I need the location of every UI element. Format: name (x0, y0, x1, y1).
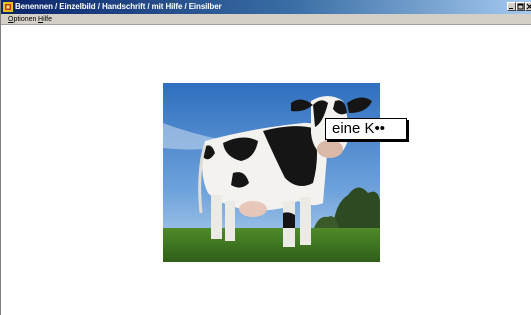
menu-hilfe-label: ilfe (43, 16, 53, 23)
minimize-button[interactable] (507, 2, 516, 11)
minimize-icon (509, 8, 513, 9)
cow-image (163, 83, 380, 262)
menu-hilfe[interactable]: Hilfe (38, 14, 52, 25)
app-window: Benennen / Einzelbild / Handschrift / mi… (0, 0, 531, 315)
menu-optionen-label: ptionen (13, 16, 37, 23)
menu-optionen[interactable]: Optionen (8, 14, 36, 25)
answer-label-box: eine K•• (325, 118, 407, 140)
cow-photo (163, 83, 380, 262)
menu-bar: Optionen Hilfe (1, 14, 531, 25)
close-icon (526, 3, 531, 10)
maximize-icon (517, 3, 524, 10)
window-title: Benennen / Einzelbild / Handschrift / mi… (15, 2, 222, 11)
maximize-button[interactable] (516, 2, 525, 11)
title-bar[interactable]: Benennen / Einzelbild / Handschrift / mi… (1, 0, 531, 14)
close-button[interactable] (525, 2, 531, 11)
answer-label: eine K•• (332, 120, 386, 137)
app-icon[interactable] (3, 2, 13, 12)
